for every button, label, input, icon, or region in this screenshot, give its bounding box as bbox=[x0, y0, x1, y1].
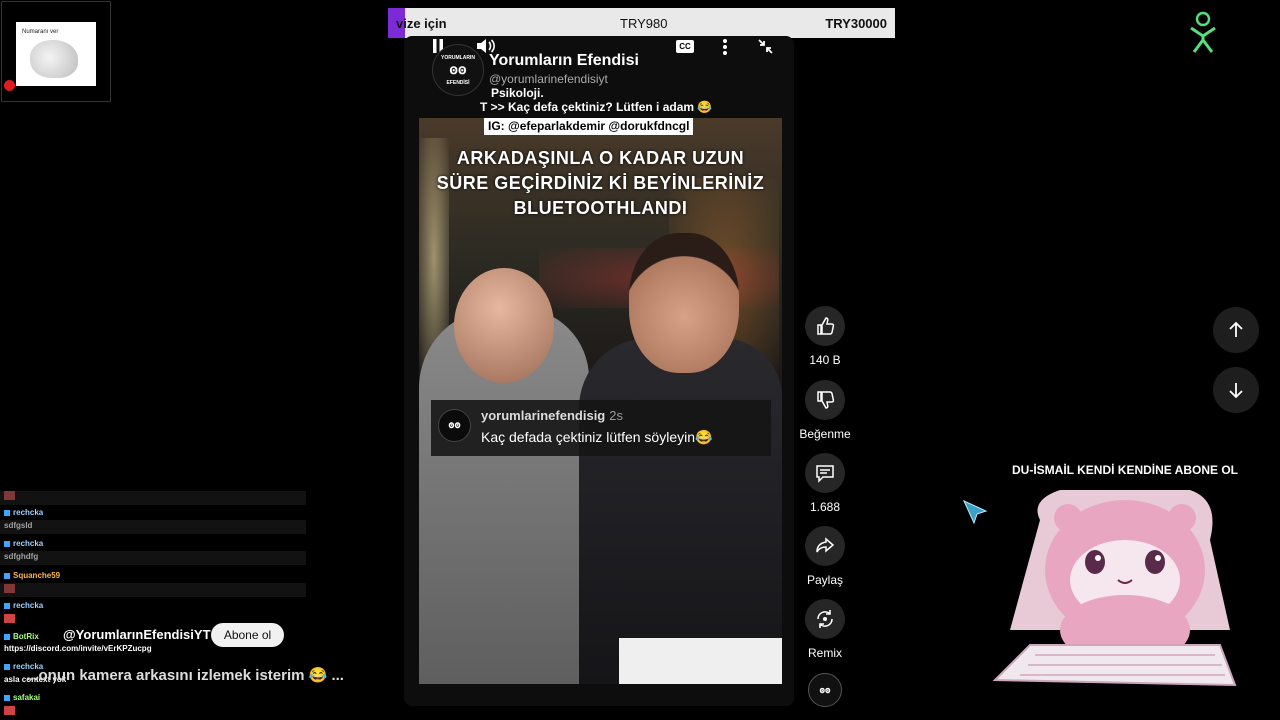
chat-username: Squanche59 bbox=[4, 571, 60, 580]
chat-strip bbox=[0, 491, 306, 505]
chat-strip bbox=[0, 551, 306, 565]
dislike-label: Beğenme bbox=[799, 427, 851, 441]
description-line-2: T >> Kaç defa çektiniz? Lütfen i adam 😂 bbox=[480, 100, 713, 114]
person-left-head bbox=[454, 268, 554, 383]
arrow-up-icon bbox=[1229, 321, 1243, 337]
chat-badge-icon bbox=[4, 509, 10, 516]
live-dot-icon bbox=[4, 80, 15, 91]
comment-icon bbox=[816, 465, 834, 483]
donation-goal-banner: vize için TRY980 TRY30000 bbox=[388, 8, 895, 38]
paper-plane-cursor-icon bbox=[962, 499, 988, 525]
more-options-icon[interactable] bbox=[721, 38, 729, 56]
comment-text: Kaç defada çektiniz lütfen söyleyin😂 bbox=[481, 429, 713, 445]
featured-chat-comment: ...onun kamera arkasını izlemek isterim … bbox=[26, 667, 344, 684]
dislike-action[interactable]: Beğenme bbox=[785, 380, 865, 441]
next-short-button[interactable] bbox=[1213, 367, 1259, 413]
caption-line-3: BLUETOOTHLANDI bbox=[513, 198, 688, 218]
chat-badge-icon bbox=[4, 694, 10, 701]
goal-title: vize için bbox=[396, 16, 447, 31]
thumbs-up-icon bbox=[817, 317, 835, 335]
dislike-button[interactable] bbox=[805, 380, 845, 420]
chat-badge-icon bbox=[4, 663, 10, 670]
chat-user-2: rechcka bbox=[13, 539, 44, 548]
table-surface bbox=[619, 638, 782, 684]
chat-username: rechcka bbox=[4, 539, 43, 548]
comment-time: 2s bbox=[609, 408, 623, 423]
pinned-comment-card: ꙩꙩ yorumlarinefendisig 2s Kaç defada çekt… bbox=[431, 400, 771, 456]
channel-avatar[interactable]: YORUMLARIN ꙩꙩ EFENDİSİ bbox=[432, 44, 484, 96]
caption-line-1: ARKADAŞINLA O KADAR UZUN bbox=[456, 148, 745, 168]
chat-username: BotRix bbox=[4, 632, 39, 641]
person-right-jacket bbox=[579, 338, 782, 684]
chat-message-5: https://discord.com/invite/vErKPZucpg bbox=[4, 644, 152, 653]
chat-username: rechcka bbox=[4, 601, 43, 610]
share-label: Paylaş bbox=[806, 573, 844, 587]
previous-short-button[interactable] bbox=[1213, 307, 1259, 353]
channel-handle[interactable]: @yorumlarinefendisiyt bbox=[489, 72, 608, 86]
webcam-thumbnail: Numaranı ver bbox=[1, 1, 111, 102]
chat-badge-icon bbox=[4, 540, 10, 547]
subscribe-overlay-text: DU-İSMAİL KENDİ KENDİNE ABONE OL bbox=[1012, 463, 1239, 477]
chat-badge-icon bbox=[4, 602, 10, 609]
like-count: 140 B bbox=[809, 353, 841, 367]
chat-emote-icon bbox=[4, 614, 15, 623]
share-button[interactable] bbox=[805, 526, 845, 566]
like-action[interactable]: 140 B bbox=[785, 306, 865, 367]
channel-name[interactable]: Yorumların Efendisi bbox=[489, 52, 639, 70]
youtube-handle: @YorumlarınEfendisiYT bbox=[63, 627, 211, 642]
subscribe-button[interactable]: Abone ol bbox=[211, 623, 284, 647]
arrow-down-icon bbox=[1229, 383, 1243, 399]
share-icon bbox=[816, 537, 835, 553]
avatar-eyes-icon: ꙩꙩ bbox=[449, 61, 467, 77]
captions-button[interactable]: CC bbox=[676, 40, 694, 53]
person-right-head bbox=[629, 233, 739, 373]
goal-current: TRY980 bbox=[620, 16, 668, 31]
webcam-label: Numaranı ver bbox=[22, 29, 59, 35]
chat-badge-icon bbox=[4, 633, 10, 640]
chat-badge-icon bbox=[4, 572, 10, 579]
sound-source-avatar[interactable]: ꙩꙩ bbox=[808, 673, 842, 707]
share-action[interactable]: Paylaş bbox=[785, 526, 865, 587]
stream-chat-overlay: rechcka sdfgsld rechcka sdfghdfg Squanch… bbox=[0, 486, 360, 720]
description-line-3: IG: @efeparlakdemir @dorukfdncgl bbox=[484, 118, 694, 135]
chat-user-3: Squanche59 bbox=[13, 571, 61, 580]
avatar-logo-text-bottom: EFENDİSİ bbox=[446, 80, 470, 86]
remix-icon bbox=[817, 610, 833, 628]
thumbs-down-icon bbox=[817, 391, 835, 409]
webcam-animal-image bbox=[30, 40, 78, 78]
like-button[interactable] bbox=[805, 306, 845, 346]
description-line-1: Psikoloji. bbox=[491, 86, 544, 100]
goal-target: TRY30000 bbox=[825, 16, 887, 31]
chat-username: rechcka bbox=[4, 508, 43, 517]
video-caption: ARKADAŞINLA O KADAR UZUN SÜRE GEÇİRDİNİZ… bbox=[419, 146, 782, 221]
chat-user-7: safakai bbox=[13, 693, 41, 702]
chat-user-4: rechcka bbox=[13, 601, 44, 610]
chat-strip bbox=[0, 583, 306, 597]
comments-button[interactable] bbox=[805, 453, 845, 493]
remix-button[interactable] bbox=[805, 599, 845, 639]
collapse-icon[interactable] bbox=[757, 38, 774, 55]
comments-count: 1.688 bbox=[809, 500, 841, 514]
remix-action[interactable]: Remix bbox=[785, 599, 865, 660]
comment-user: yorumlarinefendisig 2s bbox=[481, 408, 623, 423]
otter-vtuber-avatar bbox=[992, 490, 1237, 687]
remix-label: Remix bbox=[807, 646, 842, 660]
comment-username: yorumlarinefendisig bbox=[481, 408, 606, 423]
chat-user-5: BotRix bbox=[13, 632, 39, 641]
comments-action[interactable]: 1.688 bbox=[785, 453, 865, 514]
chat-username: safakai bbox=[4, 693, 40, 702]
comment-avatar: ꙩꙩ bbox=[438, 409, 471, 442]
chat-emote-icon bbox=[4, 706, 15, 715]
caption-line-2: SÜRE GEÇİRDİNİZ Kİ BEYİNLERİNİZ bbox=[436, 173, 765, 193]
streamer-logo-icon bbox=[1190, 11, 1216, 53]
chat-strip bbox=[0, 520, 306, 534]
chat-user-1: rechcka bbox=[13, 508, 44, 517]
